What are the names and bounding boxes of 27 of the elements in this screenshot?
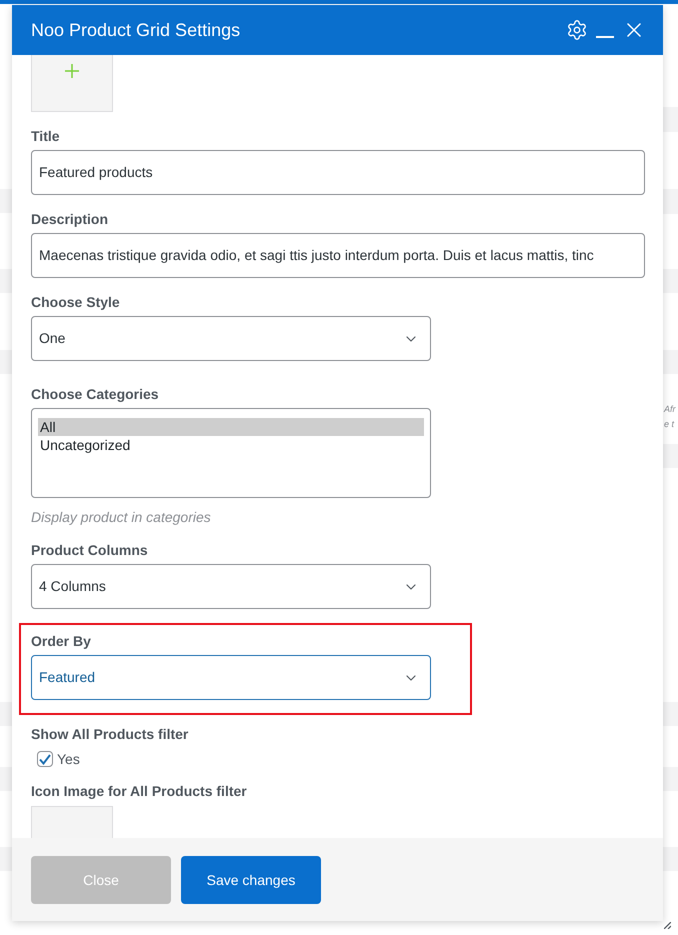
checkmark-icon: [39, 754, 51, 764]
text-field[interactable]: Maecenas tristique gravida odio, et sagi ttis justo interdum porta. Duis et lacus mattis, tinc: [31, 233, 645, 278]
background-text: Afr: [663, 403, 676, 415]
field-label: Choose Categories: [31, 386, 159, 403]
field-label: Show All Products filter: [31, 726, 188, 743]
field-label: Order By: [31, 633, 91, 650]
help-text: Display product in categories: [31, 509, 211, 526]
field-label: Title: [31, 128, 60, 145]
categories-listbox[interactable]: All Uncategorized: [31, 408, 431, 498]
select-dropdown[interactable]: Featured: [31, 655, 431, 700]
text-field[interactable]: Featured products: [31, 150, 645, 195]
plus-icon: [65, 64, 79, 78]
background-text: e t: [663, 418, 674, 430]
settings-icon[interactable]: [566, 19, 588, 41]
field-label: Choose Style: [31, 294, 120, 311]
resize-handle-icon[interactable]: [664, 922, 671, 929]
field-label: Product Columns: [31, 542, 148, 559]
checkbox[interactable]: [37, 751, 53, 767]
dialog-title: Noo Product Grid Settings: [31, 19, 240, 41]
list-option[interactable]: Uncategorized: [38, 436, 424, 454]
checkbox-label: Yes: [57, 751, 80, 767]
select-dropdown[interactable]: 4 Columns: [31, 564, 431, 609]
save-button[interactable]: Save changes: [181, 856, 321, 904]
field-label: Icon Image for All Products filter: [31, 783, 247, 800]
list-option[interactable]: All: [38, 418, 424, 436]
field-label: Description: [31, 211, 108, 228]
select-dropdown[interactable]: One: [31, 316, 431, 361]
